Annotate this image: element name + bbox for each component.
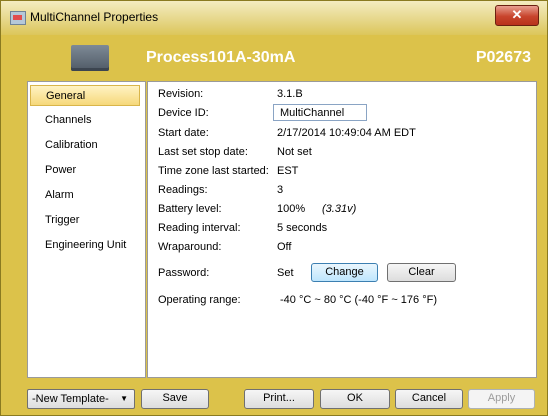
chevron-down-icon: ▼ — [120, 394, 128, 403]
interval-label: Reading interval: — [158, 222, 241, 234]
properties-window: MultiChannel Properties ✕ Process101A-30… — [0, 0, 548, 416]
operating-range-label: Operating range: — [158, 294, 241, 306]
clear-password-button[interactable]: Clear — [387, 263, 456, 282]
sidebar-item-engineering-unit[interactable]: Engineering Unit — [30, 235, 140, 256]
close-button[interactable]: ✕ — [495, 5, 539, 26]
app-icon — [10, 11, 26, 25]
start-date-value: 2/17/2014 10:49:04 AM EDT — [277, 127, 416, 139]
wraparound-value: Off — [277, 241, 292, 253]
wraparound-label: Wraparound: — [158, 241, 222, 253]
sidebar-item-channels[interactable]: Channels — [30, 110, 140, 131]
interval-value: 5 seconds — [277, 222, 328, 234]
sidebar-item-trigger[interactable]: Trigger — [30, 210, 140, 231]
battery-value: 100% — [277, 203, 306, 215]
timezone-value: EST — [277, 165, 299, 177]
cancel-button[interactable]: Cancel — [395, 389, 463, 409]
ok-button[interactable]: OK — [320, 389, 390, 409]
device-name: Process101A-30mA — [146, 49, 296, 66]
change-password-button[interactable]: Change — [311, 263, 378, 282]
save-button[interactable]: Save — [141, 389, 209, 409]
stop-date-value: Not set — [277, 146, 312, 158]
sidebar-item-general[interactable]: General — [30, 85, 140, 106]
device-id-label: Device ID: — [158, 107, 209, 119]
sidebar-item-power[interactable]: Power — [30, 160, 140, 181]
readings-value: 3 — [277, 184, 284, 196]
battery-label: Battery level: — [158, 203, 222, 215]
revision-label: Revision: — [158, 88, 204, 100]
general-panel: Revision: 3.1.B Device ID: Start date: 2… — [147, 81, 537, 378]
window-title: MultiChannel Properties — [30, 10, 159, 24]
start-date-label: Start date: — [158, 127, 209, 139]
password-value: Set — [277, 267, 294, 279]
stop-date-label: Last set stop date: — [158, 146, 248, 158]
device-header: Process101A-30mA P02673 — [9, 35, 541, 79]
sidebar: General Channels Calibration Power Alarm… — [27, 81, 146, 378]
revision-value: 3.1.B — [277, 88, 303, 100]
sidebar-item-alarm[interactable]: Alarm — [30, 185, 140, 206]
device-id-input[interactable] — [273, 104, 367, 121]
sidebar-item-calibration[interactable]: Calibration — [30, 135, 140, 156]
device-serial: P02673 — [475, 49, 531, 66]
template-value: -New Template- — [32, 393, 109, 405]
print-button[interactable]: Print... — [244, 389, 314, 409]
battery-voltage: (3.31v) — [322, 203, 357, 215]
apply-button[interactable]: Apply — [468, 389, 535, 409]
password-label: Password: — [158, 267, 210, 279]
readings-label: Readings: — [158, 184, 208, 196]
timezone-label: Time zone last started: — [158, 165, 269, 177]
title-bar: MultiChannel Properties ✕ — [1, 1, 547, 35]
device-icon — [71, 45, 109, 71]
template-dropdown[interactable]: -New Template- ▼ — [27, 389, 135, 409]
operating-range-value: -40 °C ~ 80 °C (-40 °F ~ 176 °F) — [280, 294, 437, 306]
